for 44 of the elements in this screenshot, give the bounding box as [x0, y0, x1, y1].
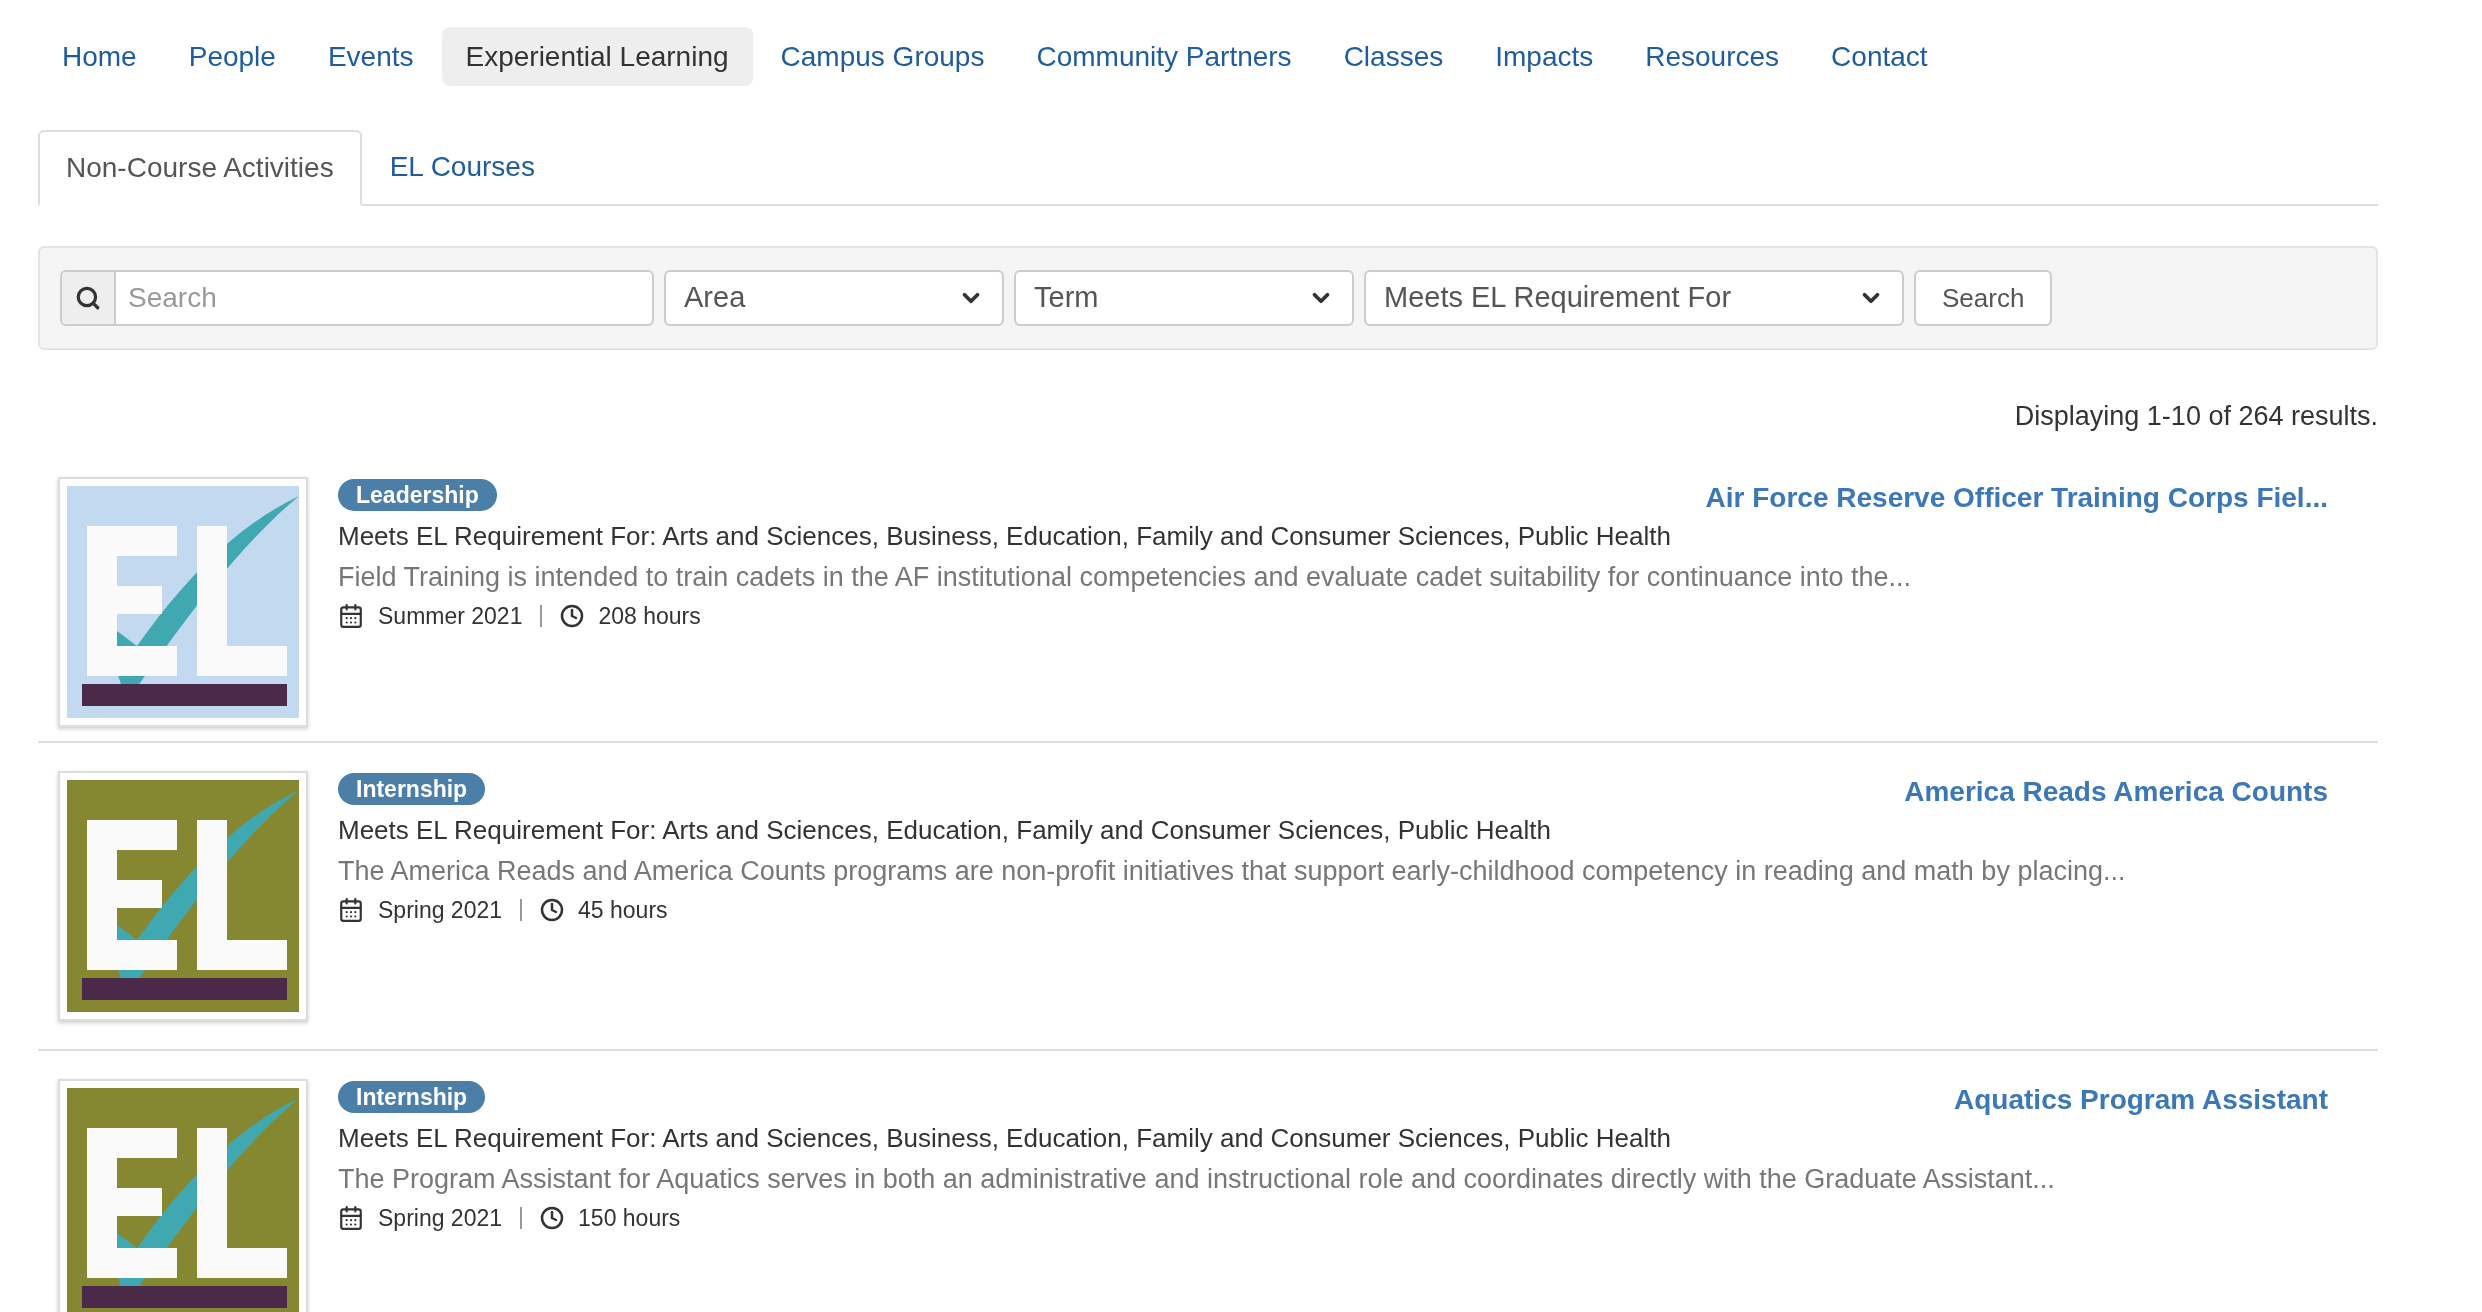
nav-link[interactable]: People	[164, 27, 300, 86]
nav-link[interactable]: Home	[38, 27, 161, 86]
nav-link[interactable]: Experiential Learning	[441, 27, 753, 86]
hours-text: 150 hours	[578, 1203, 681, 1233]
hours-text: 208 hours	[598, 601, 701, 631]
nav-link[interactable]: Community Partners	[1012, 27, 1316, 86]
search-field[interactable]: Search	[116, 272, 652, 324]
clock-icon	[540, 897, 565, 922]
nav-link[interactable]: Classes	[1319, 27, 1468, 86]
nav-link[interactable]: Contact	[1807, 27, 1952, 86]
search-icon	[75, 285, 101, 311]
calendar-icon	[338, 602, 364, 629]
activity-title-link[interactable]: Air Force Reserve Officer Training Corps Fiel...	[1705, 476, 2328, 519]
clock-icon	[560, 603, 585, 628]
nav-link[interactable]: Resources	[1621, 27, 1804, 86]
clock-icon	[540, 1205, 565, 1230]
description-text: The America Reads and America Counts programs are non-profit initiatives that support early-childhood competency in reading and math by placing...	[338, 854, 2127, 888]
nav-link[interactable]: Events	[303, 27, 438, 86]
calendar-icon	[338, 1204, 364, 1231]
dropdown[interactable]: Meets EL Requirement For	[1364, 270, 1904, 326]
search-box[interactable]: Search	[60, 270, 654, 326]
search-button[interactable]: Search	[1914, 270, 2053, 326]
category-tag: Internship	[338, 772, 486, 805]
requirement-text: Meets EL Requirement For: Arts and Sciences, Business, Education, Family and Consumer Sciences, Public Health	[338, 519, 1672, 553]
description-text: The Program Assistant for Aquatics serves in both an administrative and instructional role and coordinates directly with the Graduate Assistant...	[338, 1162, 2056, 1196]
term-text: Summer 2021	[378, 601, 523, 631]
category-tag: Leadership	[338, 478, 497, 511]
activity-title-link[interactable]: America Reads America Counts	[1904, 770, 2328, 813]
hours-text: 45 hours	[578, 895, 668, 925]
term-text: Spring 2021	[378, 1203, 503, 1233]
calendar-icon	[338, 896, 364, 923]
nav-link[interactable]: Impacts	[1471, 27, 1618, 86]
tab[interactable]: EL Courses	[361, 130, 563, 204]
activity-title-link[interactable]: Aquatics Program Assistant	[1954, 1078, 2328, 1121]
requirement-text: Meets EL Requirement For: Arts and Sciences, Business, Education, Family and Consumer Sciences, Public Health	[338, 1121, 1672, 1155]
requirement-text: Meets EL Requirement For: Arts and Sciences, Education, Family and Consumer Sciences, Public Health	[338, 813, 1552, 847]
category-tag: Internship	[338, 1080, 486, 1113]
dropdown[interactable]: Area	[664, 270, 1004, 326]
results-summary: Displaying 1-10 of 264 results.	[2014, 400, 2378, 433]
nav-link[interactable]: Campus Groups	[756, 27, 1009, 86]
tab[interactable]: Non-Course Activities	[38, 130, 362, 206]
description-text: Field Training is intended to train cadets in the AF institutional competencies and evaluate cadet suitability for continuance into the...	[338, 560, 1912, 594]
dropdown[interactable]: Term	[1014, 270, 1354, 326]
term-text: Spring 2021	[378, 895, 503, 925]
